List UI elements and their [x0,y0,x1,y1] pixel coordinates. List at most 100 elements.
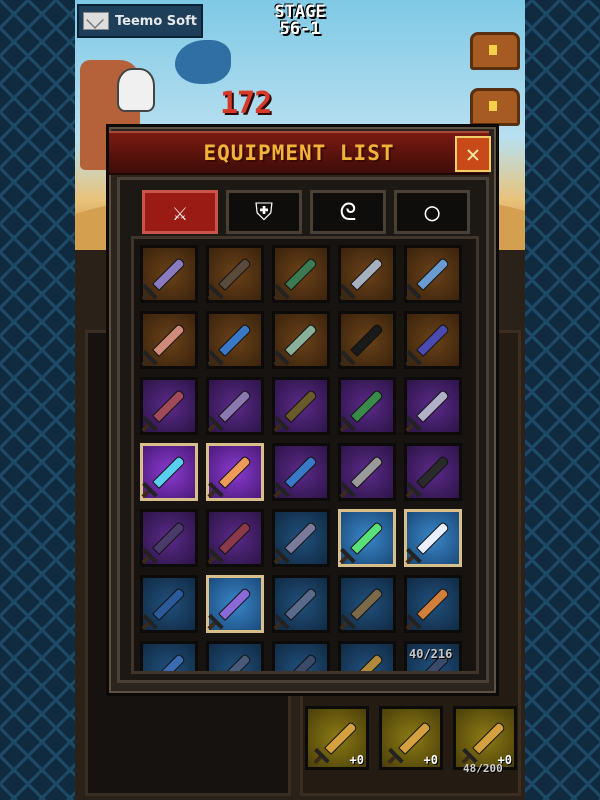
inventory-slot[interactable]: +0 [379,706,443,770]
envelope-icon [83,12,109,30]
equipment-list-dialog: EQUIPMENT LIST ✕ ⚔ ⛨ ᘓ ◯ 40/216 [106,124,499,696]
sword-icon [218,455,252,489]
sword-icon [350,521,384,555]
equipment-grid [140,245,462,671]
sword-icon [218,323,252,357]
sword-icon [284,389,318,423]
equipment-slot[interactable] [272,443,330,501]
equipment-slot[interactable] [338,641,396,671]
equipment-slot[interactable] [338,443,396,501]
shield-icon[interactable]: ⛨ [226,190,302,234]
sword-icon [284,521,318,555]
upgrade-level: +0 [349,753,364,767]
equipment-slot[interactable] [272,575,330,633]
sword-icon [152,389,186,423]
sword-icon [152,323,186,357]
sword-icon [350,587,384,621]
equipment-slot[interactable] [140,443,198,501]
sword-icon [472,721,506,755]
sword-icon[interactable]: ⚔ [142,190,218,234]
sword-icon [416,455,450,489]
equipment-slot[interactable] [404,245,462,303]
sword-icon [350,323,384,357]
equipment-slot[interactable] [140,311,198,369]
sword-icon [324,721,358,755]
equipment-slot[interactable] [140,245,198,303]
mail-label: Teemo Soft [115,13,197,29]
sword-icon [350,257,384,291]
equipment-slot[interactable] [338,377,396,435]
sword-icon [152,653,186,671]
sword-icon [218,521,252,555]
equipment-slot[interactable] [206,443,264,501]
treasure-chest-icon[interactable] [470,88,520,126]
equipment-slot[interactable] [272,641,330,671]
equipment-slot[interactable] [338,509,396,567]
equipment-slot[interactable] [404,443,462,501]
equipment-slot[interactable] [338,311,396,369]
necklace-icon[interactable]: ᘓ [310,190,386,234]
treasure-chest-icon[interactable] [470,32,520,70]
equipment-slot[interactable] [140,509,198,567]
sword-icon [152,521,186,555]
equipment-slot[interactable] [206,641,264,671]
sword-icon [218,587,252,621]
sword-icon [284,323,318,357]
equipment-slot[interactable] [404,509,462,567]
mail-button[interactable]: Teemo Soft [77,4,203,38]
upgrade-level: +0 [423,753,438,767]
inventory-count: 48/200 [463,762,503,775]
equipment-slot[interactable] [140,377,198,435]
sword-icon [416,323,450,357]
equipment-slot[interactable] [140,641,198,671]
sword-icon [350,653,384,671]
sword-icon [152,587,186,621]
sword-icon [218,653,252,671]
sword-icon [152,257,186,291]
equipment-slot[interactable] [206,311,264,369]
equipment-slot[interactable] [272,311,330,369]
equipment-slot[interactable] [272,377,330,435]
equipment-count: 40/216 [409,647,453,661]
sword-icon [350,455,384,489]
equipment-slot[interactable] [206,509,264,567]
inventory-slot[interactable]: +0 [305,706,369,770]
close-button[interactable]: ✕ [455,136,491,172]
sword-icon [416,521,450,555]
stage-number: 56-1 [279,19,321,39]
equipment-slot[interactable] [272,245,330,303]
equipment-slot[interactable] [206,575,264,633]
sword-icon [284,587,318,621]
equipment-slot[interactable] [206,245,264,303]
sword-icon [284,455,318,489]
equipment-slot[interactable] [140,575,198,633]
sword-icon [416,389,450,423]
sword-icon [218,389,252,423]
sword-icon [416,257,450,291]
equipment-slot[interactable] [338,575,396,633]
inventory-slot[interactable]: +0 [453,706,517,770]
sword-icon [416,587,450,621]
equipment-slot[interactable] [404,311,462,369]
equipment-slot[interactable] [404,575,462,633]
dialog-titlebar: EQUIPMENT LIST ✕ [109,131,491,175]
ring-icon[interactable]: ◯ [394,190,470,234]
dialog-body: ⚔ ⛨ ᘓ ◯ [117,177,489,683]
hero-character [117,68,155,112]
stage-indicator: STAGE 56-1 [255,4,345,38]
bird-enemy [175,40,231,84]
sword-icon [350,389,384,423]
equipment-slot[interactable] [404,377,462,435]
equipment-grid-frame[interactable] [131,236,479,674]
dialog-title: EQUIPMENT LIST [203,141,395,165]
equipment-slot[interactable] [206,377,264,435]
sword-icon [284,257,318,291]
sword-icon [152,455,186,489]
equipment-slot[interactable] [272,509,330,567]
equipment-slot[interactable] [338,245,396,303]
damage-number: 172 [220,86,272,121]
sword-icon [398,721,432,755]
inventory-row: +0 +0 +0 [305,706,517,770]
sword-icon [218,257,252,291]
sword-icon [284,653,318,671]
